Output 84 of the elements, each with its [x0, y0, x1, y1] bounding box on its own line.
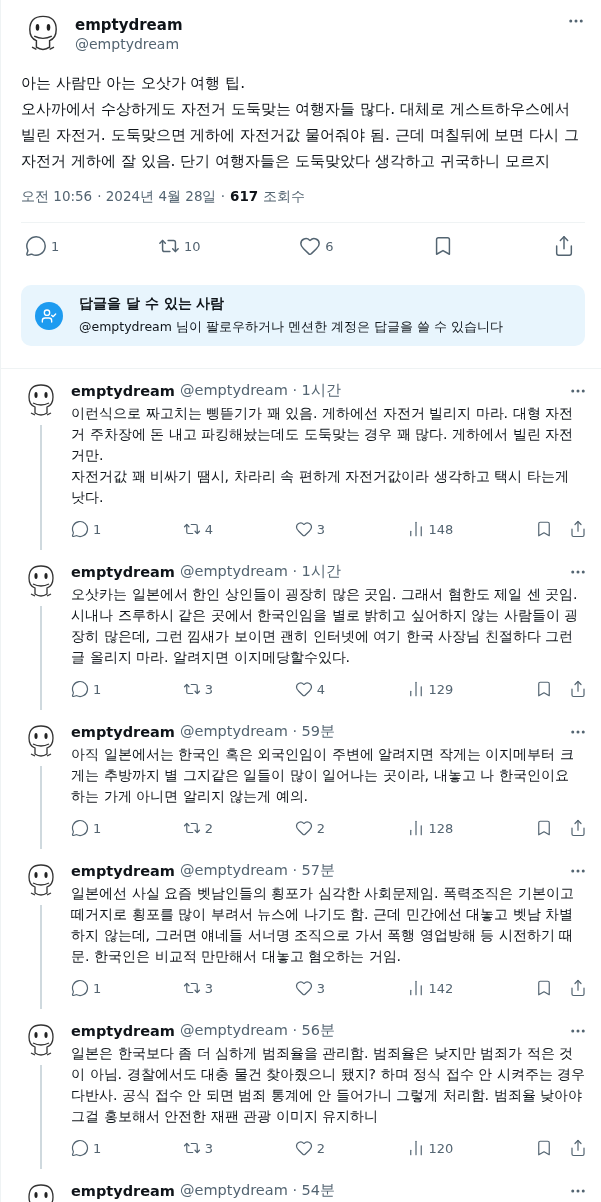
heart-icon: [294, 1139, 313, 1157]
reply-button[interactable]: 1: [71, 680, 102, 698]
bookmark-icon: [535, 520, 553, 538]
share-button[interactable]: [569, 979, 587, 997]
repost-button[interactable]: 4: [182, 520, 214, 538]
post-date[interactable]: · 2024년 4월 28일 ·: [97, 188, 226, 206]
bookmark-icon: [535, 680, 553, 698]
reply-button[interactable]: 1: [71, 1139, 102, 1157]
like-button[interactable]: 6: [299, 235, 334, 257]
reply-text: 아직 일본에서는 한국인 혹은 외국인임이 주변에 알려지면 작게는 이지메부터 크게는 추방까지 별 그지같은 일들이 많이 일어나는 곳이라, 내놓고 나 한국인이요 하는 가게 아니면 알리지 않는게 예의.: [71, 745, 575, 806]
share-icon: [569, 680, 587, 698]
user-name[interactable]: emptydream: [71, 723, 175, 740]
share-button[interactable]: [553, 235, 575, 257]
tweet-text: 아는 사람만 아는 오삿가 여행 팁. 오사까에서 수상하게도 자전거 도둑맞는 여행자들 많다. 대체로 게스트하우스에서 빌린 자전거. 도둑맞으면 게하에 자전거값 물어줘야 됨. 근데 며칠뒤에 보면 다시 그 자전거 게하에 잘 있음. 단기 여행자들은 도둑맞았다 생각하고 귀국하니 모르지: [21, 73, 581, 172]
reply-meta: @emptydream · 1시간: [179, 562, 342, 581]
views-button[interactable]: 129: [406, 680, 454, 698]
reply-meta: @emptydream · 56분: [179, 1021, 337, 1040]
bookmark-button[interactable]: [535, 680, 553, 698]
share-icon: [569, 1139, 587, 1157]
post-time[interactable]: 오전 10:56: [21, 188, 93, 206]
user-name[interactable]: emptydream: [71, 862, 175, 879]
reply-button[interactable]: 1: [25, 235, 60, 257]
heart-icon: [294, 520, 313, 538]
share-button[interactable]: [569, 520, 587, 538]
speech-bubble-icon: [25, 235, 47, 257]
user-name[interactable]: emptydream: [71, 1182, 175, 1199]
bookmark-button[interactable]: [535, 979, 553, 997]
speech-bubble-icon: [71, 979, 89, 997]
bookmark-icon: [535, 979, 553, 997]
bookmark-button[interactable]: [535, 520, 553, 538]
like-button[interactable]: 2: [294, 1139, 325, 1157]
share-icon: [569, 979, 587, 997]
user-name[interactable]: emptydream: [71, 563, 175, 580]
user-name[interactable]: emptydream: [75, 16, 557, 34]
share-icon: [569, 520, 587, 538]
bookmark-button[interactable]: [535, 819, 553, 837]
repost-button[interactable]: 3: [182, 979, 214, 997]
like-button[interactable]: 3: [294, 520, 325, 538]
bookmark-button[interactable]: [535, 1139, 553, 1157]
speech-bubble-icon: [71, 1139, 89, 1157]
views-button[interactable]: 120: [406, 1139, 454, 1157]
views-button[interactable]: 128: [406, 819, 454, 837]
like-button[interactable]: 4: [294, 680, 325, 698]
reply-meta: @emptydream · 1시간: [179, 381, 342, 400]
reply-text: 오삿카는 일본에서 한인 상인들이 굉장히 많은 곳임. 그래서 혐한도 제일 센 곳임. 시내나 즈루하시 같은 곳에서 한국인임을 별로 밝히고 싶어하지 않는 사람들이 굉장히 많은데, 그런 낌새가 보이면 괜히 인터넷에 여기 한국 사장님 친절하다 그런 글 올리지 마라. 알려지면 이지메당할수있다.: [71, 585, 580, 667]
reply-meta: @emptydream · 59분: [179, 722, 337, 741]
views-label: 조회수: [263, 188, 306, 206]
user-handle[interactable]: @emptydream: [75, 36, 557, 52]
like-button[interactable]: 3: [294, 979, 325, 997]
speech-bubble-icon: [71, 819, 89, 837]
reply-text: 이런식으로 짜고치는 삥뜯기가 꽤 있음. 게하에선 자전거 빌리지 마라. 대형 자전거 주차장에 돈 내고 파킹해놨는데도 도둑맞는 경우 꽤 많다. 게하에서 빌린 자전거만. 자전거값 꽤 비싸기 땜시, 차라리 속 편하게 자전거값이라 생각하고 택시 타는게 낫다.: [71, 404, 575, 507]
speech-bubble-icon: [71, 520, 89, 538]
panel-text: @emptydream 님이 팔로우하거나 멘션한 계정은 답글을 쓸 수 있습니다: [79, 319, 503, 336]
bookmark-icon: [535, 819, 553, 837]
reply-text: 일본은 한국보다 좀 더 심하게 범죄율을 관리함. 범죄율은 낮지만 범죄가 적은 것이 아님. 경찰에서도 대충 물건 찾아줬으니 됐지? 하며 정식 접수 안 시켜주는 경우 다반사. 공식 접수 안 되면 범죄 통계에 안 들어가니 그렇게 처리함. 범죄율 낮아야 그걸 홍보해서 안전한 재팬 관광 이미지 유지하니: [71, 1044, 587, 1126]
reply-button[interactable]: 1: [71, 979, 102, 997]
reply-text: 일본에선 사실 요즘 벳남인들의 횡포가 심각한 사회문제임. 폭력조직은 기본이고 떼거지로 횡포를 많이 부려서 뉴스에 나기도 함. 근데 민간에선 대놓고 벳남 차별하지 않는데, 그러면 얘네들 서너명 조직으로 가서 폭행 영업방해 등 시전하기 때문. 한국인은 비교적 만만해서 대놓고 혐오하는 거임.: [71, 884, 575, 966]
share-icon: [553, 235, 575, 257]
repost-button[interactable]: 2: [182, 819, 214, 837]
share-button[interactable]: [569, 680, 587, 698]
heart-icon: [294, 979, 313, 997]
views-button[interactable]: 142: [406, 979, 454, 997]
bookmark-icon: [535, 1139, 553, 1157]
speech-bubble-icon: [71, 680, 89, 698]
heart-icon: [294, 819, 313, 837]
heart-icon: [299, 235, 322, 257]
reply-meta: @emptydream · 54분: [179, 1181, 337, 1200]
user-name[interactable]: emptydream: [71, 382, 175, 399]
share-button[interactable]: [569, 819, 587, 837]
share-icon: [569, 819, 587, 837]
panel-title: 답글을 달 수 있는 사람: [79, 295, 226, 313]
repost-button[interactable]: 10: [158, 235, 201, 257]
views-button[interactable]: 148: [406, 520, 454, 538]
share-button[interactable]: [569, 1139, 587, 1157]
reply-meta: @emptydream · 57분: [179, 861, 337, 880]
reply-button[interactable]: 1: [71, 819, 102, 837]
heart-icon: [294, 680, 313, 698]
like-button[interactable]: 2: [294, 819, 325, 837]
repost-button[interactable]: 3: [182, 680, 214, 698]
view-count: 617: [230, 188, 259, 206]
user-check-icon: [35, 301, 63, 330]
reply-button[interactable]: 1: [71, 520, 102, 538]
user-name[interactable]: emptydream: [71, 1022, 175, 1039]
repost-button[interactable]: 3: [182, 1139, 214, 1157]
